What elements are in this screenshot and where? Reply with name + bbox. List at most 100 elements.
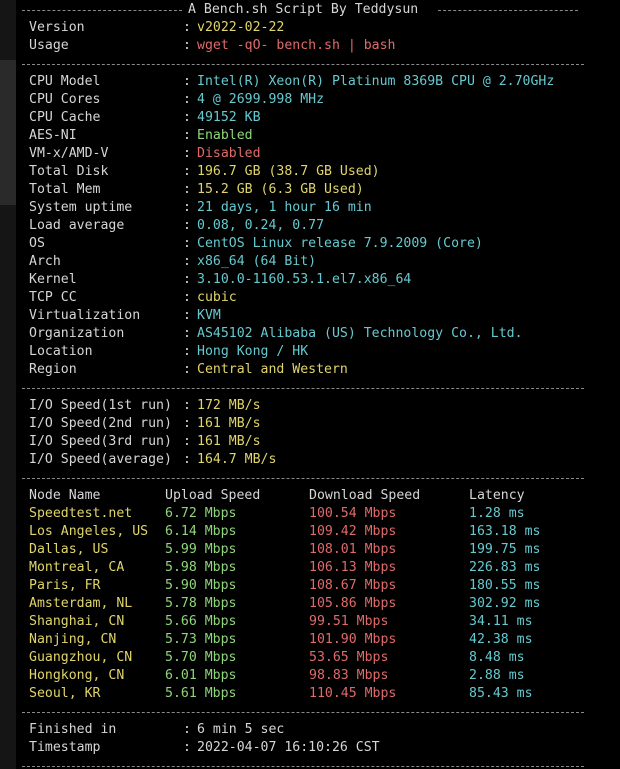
system-info-row: Location: Hong Kong / HK (16, 343, 620, 361)
field-value: cubic (197, 290, 237, 305)
system-info-row: Total Mem:15.2 GB (6.3 GB Used) (16, 181, 620, 199)
field-colon: : (183, 218, 191, 233)
io-speed-row: I/O Speed(1st run):172 MB/s (16, 397, 620, 415)
field-value: 4 @ 2699.998 MHz (197, 92, 325, 107)
field-label: Finished in (29, 722, 117, 737)
field-label: TCP CC (29, 290, 77, 305)
field-colon: : (183, 146, 191, 161)
upload-speed: 5.78 Mbps (165, 596, 237, 611)
latency: 226.83 ms (469, 560, 541, 575)
field-colon: : (183, 20, 191, 35)
field-colon: : (183, 128, 191, 143)
field-colon: : (183, 308, 191, 323)
system-info-row: Region: Central and Western (16, 361, 620, 379)
node-name: Amsterdam, NL (29, 596, 133, 611)
field-value: Intel(R) Xeon(R) Platinum 8369B CPU @ 2.… (197, 74, 555, 89)
system-info-row: OS: CentOS Linux release 7.9.2009 (Core) (16, 235, 620, 253)
field-value: 2022-04-07 16:10:26 CST (197, 740, 380, 755)
node-name: Paris, FR (29, 578, 101, 593)
download-speed: 108.67 Mbps (309, 578, 397, 593)
field-label: CPU Cache (29, 110, 101, 125)
download-speed: 109.42 Mbps (309, 524, 397, 539)
upload-speed: 5.90 Mbps (165, 578, 237, 593)
field-value: 196.7 GB (38.7 GB Used) (197, 164, 380, 179)
field-colon: : (183, 182, 191, 197)
field-value: CentOS Linux release 7.9.2009 (Core) (197, 236, 483, 251)
download-speed: 110.45 Mbps (309, 686, 397, 701)
upload-speed: 5.73 Mbps (165, 632, 237, 647)
speedtest-row: Speedtest.net 6.72 Mbps 100.54 Mbps 1.28 ms (16, 505, 620, 523)
field-label: I/O Speed(3rd run) (29, 434, 172, 449)
upload-speed: 5.99 Mbps (165, 542, 237, 557)
separator (22, 766, 584, 767)
speedtest-row: Dallas, US 5.99 Mbps 108.01 Mbps 199.75 ms (16, 541, 620, 559)
column-header: Upload Speed (165, 488, 261, 503)
terminal-output[interactable]: A Bench.sh Script By Teddysun Version: v2… (16, 0, 620, 769)
header-row: Usage: wget -qO- bench.sh | bash (16, 37, 620, 55)
separator (22, 478, 584, 479)
latency: 302.92 ms (469, 596, 541, 611)
download-speed: 98.83 Mbps (309, 668, 389, 683)
field-label: Organization (29, 326, 125, 341)
download-speed: 100.54 Mbps (309, 506, 397, 521)
speedtest-header-row: Node Name Upload Speed Download Speed Laten… (16, 487, 620, 505)
field-label: I/O Speed(average) (29, 452, 172, 467)
field-colon: : (183, 740, 191, 755)
system-info-row: TCP CC: cubic (16, 289, 620, 307)
title-rule-left (22, 10, 182, 11)
column-header: Latency (469, 488, 525, 503)
io-speed-row: I/O Speed(2nd run):161 MB/s (16, 415, 620, 433)
field-label: Timestamp (29, 740, 101, 755)
field-colon: : (183, 290, 191, 305)
left-edge-highlight (0, 60, 16, 205)
field-label: Region (29, 362, 77, 377)
field-colon: : (183, 434, 191, 449)
field-value: 164.7 MB/s (197, 452, 277, 467)
upload-speed: 5.70 Mbps (165, 650, 237, 665)
speedtest-row: Paris, FR 5.90 Mbps 108.67 Mbps 180.55 ms (16, 577, 620, 595)
speedtest-row: Shanghai, CN 5.66 Mbps 99.51 Mbps 34.11 ms (16, 613, 620, 631)
system-info-row: AES-NI: Enabled (16, 127, 620, 145)
io-speed-row: I/O Speed(average):164.7 MB/s (16, 451, 620, 469)
node-name: Speedtest.net (29, 506, 133, 521)
field-value: 172 MB/s (197, 398, 261, 413)
download-speed: 105.86 Mbps (309, 596, 397, 611)
column-header: Download Speed (309, 488, 421, 503)
node-name: Shanghai, CN (29, 614, 125, 629)
field-value: Central and Western (197, 362, 348, 377)
latency: 1.28 ms (469, 506, 525, 521)
field-label: System uptime (29, 200, 133, 215)
field-label: OS (29, 236, 45, 251)
field-label: Virtualization (29, 308, 141, 323)
field-colon: : (183, 272, 191, 287)
field-colon: : (183, 164, 191, 179)
field-value: Hong Kong / HK (197, 344, 309, 359)
speedtest-row: Hongkong, CN 6.01 Mbps 98.83 Mbps 2.88 ms (16, 667, 620, 685)
field-value: KVM (197, 308, 221, 323)
field-colon: : (183, 236, 191, 251)
field-label: Arch (29, 254, 61, 269)
field-label: Usage (29, 38, 69, 53)
system-info-row: System uptime:21 days, 1 hour 16 min (16, 199, 620, 217)
download-speed: 99.51 Mbps (309, 614, 389, 629)
field-label: AES-NI (29, 128, 77, 143)
latency: 199.75 ms (469, 542, 541, 557)
system-info-row: VM-x/AMD-V: Disabled (16, 145, 620, 163)
field-value: x86_64 (64 Bit) (197, 254, 317, 269)
node-name: Seoul, KR (29, 686, 101, 701)
field-colon: : (183, 254, 191, 269)
upload-speed: 6.14 Mbps (165, 524, 237, 539)
upload-speed: 5.61 Mbps (165, 686, 237, 701)
field-value: 6 min 5 sec (197, 722, 285, 737)
header-row: Version: v2022-02-22 (16, 19, 620, 37)
field-value: AS45102 Alibaba (US) Technology Co., Ltd… (197, 326, 523, 341)
field-value: v2022-02-22 (197, 20, 285, 35)
field-colon: : (183, 200, 191, 215)
field-colon: : (183, 398, 191, 413)
footer-row: Finished in:6 min 5 sec (16, 721, 620, 739)
latency: 163.18 ms (469, 524, 541, 539)
upload-speed: 6.72 Mbps (165, 506, 237, 521)
node-name: Montreal, CA (29, 560, 125, 575)
field-value: 15.2 GB (6.3 GB Used) (197, 182, 364, 197)
field-label: Total Mem (29, 182, 101, 197)
